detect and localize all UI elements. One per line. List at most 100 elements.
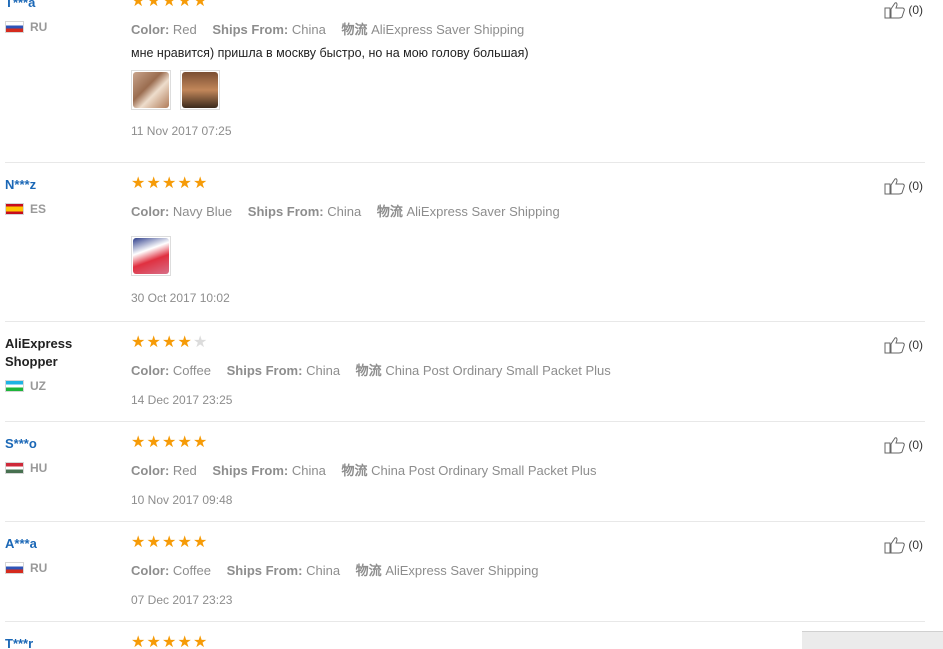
color-value: Red bbox=[172, 463, 197, 478]
order-info: Color: Red Ships From: China 物流 AliExpre… bbox=[131, 19, 831, 38]
color-label: Color: bbox=[131, 204, 170, 219]
ships-from-value: China bbox=[291, 463, 326, 478]
star-icon: ★ bbox=[131, 434, 146, 451]
star-icon: ★ bbox=[131, 334, 146, 351]
like-button[interactable]: (0) bbox=[884, 336, 923, 354]
thumbs-up-icon bbox=[884, 178, 906, 195]
review-photos bbox=[131, 236, 831, 276]
country-code: UZ bbox=[30, 379, 46, 393]
review-content: ★ ★ ★ ★ ★ bbox=[131, 635, 831, 649]
ships-from-label: Ships From: bbox=[247, 204, 324, 219]
like-button[interactable]: (0) bbox=[884, 1, 923, 19]
star-icon: ★ bbox=[162, 634, 177, 649]
ships-from-label: Ships From: bbox=[212, 22, 289, 37]
reviewer-info: N***z ES bbox=[5, 171, 120, 216]
star-icon: ★ bbox=[146, 334, 161, 351]
thumbs-up-icon bbox=[884, 437, 906, 454]
review-item: T***r ★ ★ ★ ★ ★ bbox=[5, 630, 925, 649]
review-date: 07 Dec 2017 23:23 bbox=[131, 593, 233, 607]
logistics-value: AliExpress Saver Shipping bbox=[406, 204, 560, 219]
floating-bottom-bar[interactable] bbox=[802, 631, 943, 649]
star-icon: ★ bbox=[162, 434, 177, 451]
review-item: N***z ES ★ ★ ★ ★ ★ Color: Navy Blue Ships Fr… bbox=[5, 171, 925, 322]
thumbs-up-icon bbox=[884, 337, 906, 354]
photo-1 bbox=[133, 72, 169, 108]
country-code: RU bbox=[30, 561, 48, 575]
review-photo-thumbnail[interactable] bbox=[131, 70, 171, 110]
star-icon: ★ bbox=[131, 534, 146, 551]
review-content: ★ ★ ★ ★ ★ Color: Navy Blue Ships From: China… bbox=[131, 176, 831, 305]
color-label: Color: bbox=[131, 22, 170, 37]
logistics-value: AliExpress Saver Shipping bbox=[371, 22, 525, 37]
reviewer-info: AliExpress Shopper UZ bbox=[5, 330, 120, 393]
like-button[interactable]: (0) bbox=[884, 536, 923, 554]
review-item: A***a RU ★ ★ ★ ★ ★ Color: Coffee Ships From:… bbox=[5, 530, 925, 622]
star-icon: ★ bbox=[162, 334, 177, 351]
star-icon: ★ bbox=[162, 534, 177, 551]
color-value: Coffee bbox=[172, 363, 211, 378]
reviewer-name[interactable]: T***r bbox=[5, 635, 120, 649]
ships-from-label: Ships From: bbox=[212, 463, 289, 478]
star-icon: ★ bbox=[131, 634, 146, 649]
star-icon: ★ bbox=[177, 434, 192, 451]
color-value: Red bbox=[172, 22, 197, 37]
star-rating: ★ ★ ★ ★ ★ bbox=[131, 335, 831, 351]
star-icon: ★ bbox=[177, 634, 192, 649]
country-code: RU bbox=[30, 20, 48, 34]
star-rating: ★ ★ ★ ★ ★ bbox=[131, 535, 831, 551]
star-icon: ★ bbox=[146, 0, 161, 10]
ships-from-label: Ships From: bbox=[226, 563, 303, 578]
reviewer-name[interactable]: N***z bbox=[5, 176, 120, 194]
like-count: (0) bbox=[908, 338, 923, 352]
review-content: ★ ★ ★ ★ ★ Color: Red Ships From: China 物流 Al… bbox=[131, 0, 831, 138]
review-item: S***o HU ★ ★ ★ ★ ★ Color: Red Ships From: Ch… bbox=[5, 430, 925, 522]
review-date: 11 Nov 2017 07:25 bbox=[131, 124, 232, 138]
star-icon: ★ bbox=[193, 534, 208, 551]
reviewer-name[interactable]: AliExpress Shopper bbox=[5, 335, 85, 371]
review-date: 14 Dec 2017 23:25 bbox=[131, 393, 233, 407]
star-icon: ★ bbox=[177, 175, 192, 192]
reviewer-name[interactable]: A***a bbox=[5, 535, 120, 553]
flag-icon bbox=[5, 562, 24, 574]
star-icon: ★ bbox=[193, 0, 208, 10]
thumbs-up-icon bbox=[884, 2, 906, 19]
like-button[interactable]: (0) bbox=[884, 177, 923, 195]
like-button[interactable]: (0) bbox=[884, 436, 923, 454]
star-icon: ★ bbox=[146, 175, 161, 192]
logistics-value: AliExpress Saver Shipping bbox=[385, 563, 539, 578]
color-label: Color: bbox=[131, 363, 170, 378]
review-item: AliExpress Shopper UZ ★ ★ ★ ★ ★ Color: Coffe… bbox=[5, 330, 925, 422]
star-icon: ★ bbox=[162, 0, 177, 10]
logistics-label: 物流 bbox=[355, 363, 382, 378]
logistics-label: 物流 bbox=[341, 463, 368, 478]
review-photo-thumbnail[interactable] bbox=[131, 236, 171, 276]
color-label: Color: bbox=[131, 563, 170, 578]
flag-icon bbox=[5, 380, 24, 392]
reviewer-info: T***r bbox=[5, 630, 120, 649]
color-value: Navy Blue bbox=[172, 204, 233, 219]
flag-icon bbox=[5, 203, 24, 215]
ships-from-value: China bbox=[306, 563, 341, 578]
star-icon: ★ bbox=[177, 0, 192, 10]
ships-from-value: China bbox=[327, 204, 362, 219]
review-content: ★ ★ ★ ★ ★ Color: Coffee Ships From: China 物流… bbox=[131, 335, 831, 408]
reviewer-name[interactable]: S***o bbox=[5, 435, 120, 453]
like-count: (0) bbox=[908, 3, 923, 17]
star-rating: ★ ★ ★ ★ ★ bbox=[131, 635, 831, 649]
reviewer-name[interactable]: T***a bbox=[5, 0, 120, 12]
star-icon: ★ bbox=[177, 334, 192, 351]
review-content: ★ ★ ★ ★ ★ Color: Red Ships From: China 物流 Ch… bbox=[131, 434, 831, 508]
reviewer-info: A***a RU bbox=[5, 530, 120, 575]
like-count: (0) bbox=[908, 179, 923, 193]
review-item: T***a RU ★ ★ ★ ★ ★ Color: Red Ships From: Ch… bbox=[5, 0, 925, 163]
star-empty-icon: ★ bbox=[193, 334, 208, 351]
color-value: Coffee bbox=[172, 563, 211, 578]
flag-icon bbox=[5, 21, 24, 33]
like-count: (0) bbox=[908, 538, 923, 552]
like-count: (0) bbox=[908, 438, 923, 452]
order-info: Color: Coffee Ships From: China 物流 China… bbox=[131, 360, 831, 379]
review-photo-thumbnail[interactable] bbox=[180, 70, 220, 110]
order-info: Color: Red Ships From: China 物流 China Po… bbox=[131, 460, 831, 479]
ships-from-value: China bbox=[306, 363, 341, 378]
logistics-value: China Post Ordinary Small Packet Plus bbox=[385, 363, 611, 378]
